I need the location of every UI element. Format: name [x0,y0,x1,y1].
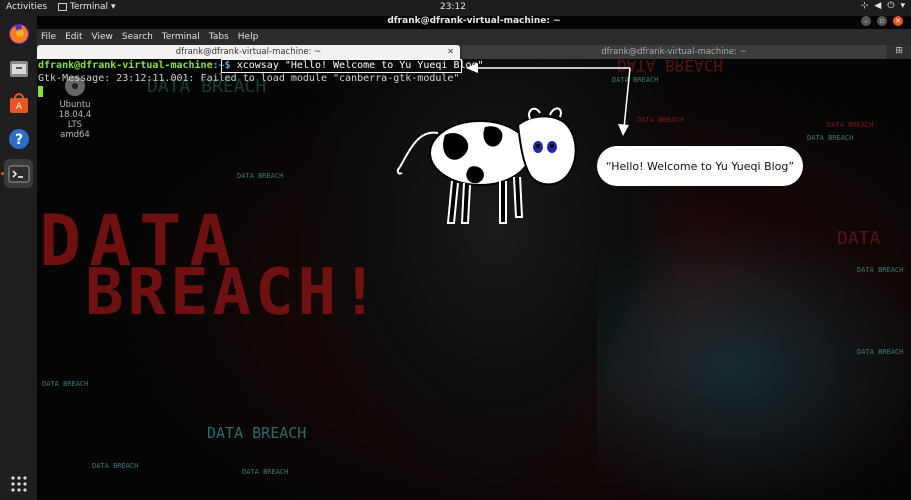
speech-bubble-text: “Hello! Welcome to Yu Yueqi Blog” [605,159,795,173]
arrowhead [618,124,629,136]
speech-bubble: “Hello! Welcome to Yu Yueqi Blog” [597,146,803,186]
arrowhead [466,63,478,73]
arrow-to-cow [623,67,631,129]
annotation-arrows [466,63,631,136]
cow-image [396,107,577,224]
